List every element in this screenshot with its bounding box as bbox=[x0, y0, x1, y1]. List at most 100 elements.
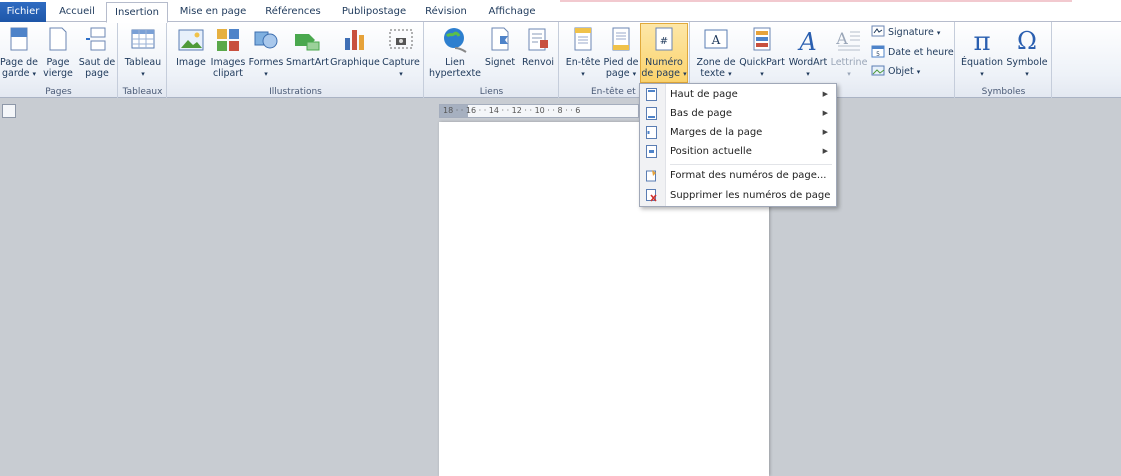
screenshot-button[interactable]: Capture ▾ bbox=[381, 24, 421, 84]
symbol-icon: Ω bbox=[1017, 27, 1037, 54]
chart-icon bbox=[345, 30, 364, 50]
ruler-ticks: 18 · · 16 · · 14 · · 12 · · 10 · · 8 · ·… bbox=[443, 106, 581, 115]
menu-label-marges: Marges de la page bbox=[670, 127, 763, 138]
table-button[interactable]: Tableau ▾ bbox=[123, 24, 163, 84]
chart-label: Graphique bbox=[330, 57, 380, 68]
menu-item-supprimer-numeros[interactable]: Supprimer les numéros de page bbox=[640, 186, 836, 205]
ruler-toggle-button[interactable] bbox=[2, 104, 16, 118]
menu-item-haut-de-page[interactable]: Haut de page ▶ bbox=[640, 85, 836, 104]
menu-item-bas-de-page[interactable]: Bas de page ▶ bbox=[640, 104, 836, 123]
screenshot-label: Capture bbox=[382, 57, 420, 68]
group-tableaux: Tableau ▾ Tableaux bbox=[119, 22, 167, 98]
quickpart-button[interactable]: QuickPart ▾ bbox=[739, 24, 785, 84]
page-break-icon bbox=[86, 27, 106, 51]
date-time-button[interactable]: 5 Date et heure bbox=[871, 44, 954, 62]
date-time-label: Date et heure bbox=[888, 47, 954, 58]
cover-page-button[interactable]: Page de garde ▾ bbox=[0, 24, 38, 84]
group-symboles: π Équation ▾ Ω Symbole ▾ Symboles bbox=[956, 22, 1052, 98]
group-label-symboles: Symboles bbox=[981, 87, 1026, 97]
group-label-tableaux: Tableaux bbox=[122, 87, 163, 97]
page-break-button[interactable]: Saut de page bbox=[77, 24, 117, 84]
clipart-icon bbox=[217, 29, 239, 51]
format-page-numbers-icon bbox=[646, 170, 656, 182]
blank-page-button[interactable]: Page vierge bbox=[40, 24, 76, 84]
svg-text:π: π bbox=[973, 27, 990, 54]
clipart-button[interactable]: Images clipart bbox=[210, 24, 246, 84]
header-button[interactable]: En-tête ▾ bbox=[564, 24, 602, 84]
menu-item-format-numeros[interactable]: Format des numéros de page... bbox=[640, 166, 836, 185]
menu-item-position-actuelle[interactable]: Position actuelle ▶ bbox=[640, 142, 836, 161]
picture-icon bbox=[178, 29, 204, 51]
cover-page-icon bbox=[10, 27, 28, 51]
tab-revision[interactable]: Révision bbox=[418, 2, 474, 22]
tab-insertion[interactable]: Insertion bbox=[106, 2, 168, 23]
shapes-button[interactable]: Formes ▾ bbox=[248, 24, 284, 84]
remove-page-numbers-icon bbox=[646, 189, 657, 202]
dropcap-label: Lettrine bbox=[830, 57, 868, 68]
wordart-button[interactable]: A WordArt ▾ bbox=[787, 24, 829, 84]
symbol-button[interactable]: Ω Symbole ▾ bbox=[1006, 24, 1048, 84]
group-illustrations: Image Images clipart Formes ▾ SmartArt Gr… bbox=[168, 22, 424, 98]
equation-button[interactable]: π Équation ▾ bbox=[960, 24, 1004, 84]
object-icon bbox=[871, 65, 885, 76]
svg-text:5: 5 bbox=[876, 51, 880, 58]
page-number-label: Numéro de page bbox=[641, 57, 683, 79]
smartart-label: SmartArt bbox=[286, 57, 329, 68]
header-label: En-tête bbox=[565, 57, 601, 68]
group-pages: Page de garde ▾ Page vierge Saut de page… bbox=[0, 22, 118, 98]
horizontal-ruler[interactable]: 18 · · 16 · · 14 · · 12 · · 10 · · 8 · ·… bbox=[439, 104, 639, 118]
symbol-label: Symbole bbox=[1006, 57, 1048, 68]
wordart-icon: A bbox=[797, 28, 816, 54]
menu-label-format: Format des numéros de page... bbox=[670, 170, 827, 181]
clipart-label: Images clipart bbox=[210, 57, 246, 79]
tab-accueil[interactable]: Accueil bbox=[50, 2, 104, 22]
svg-text:A: A bbox=[797, 28, 816, 54]
hyperlink-icon bbox=[444, 28, 467, 53]
equation-label: Équation bbox=[960, 57, 1004, 68]
chart-button[interactable]: Graphique bbox=[330, 24, 380, 84]
page-bottom-icon bbox=[646, 107, 657, 120]
tab-mise-en-page[interactable]: Mise en page bbox=[172, 2, 254, 22]
page-number-icon: # bbox=[655, 27, 673, 51]
page-number-button[interactable]: # Numéro de page ▾ bbox=[640, 23, 688, 83]
footer-button[interactable]: Pied de page ▾ bbox=[602, 24, 640, 84]
textbox-button[interactable]: A Zone de texte ▾ bbox=[695, 24, 737, 84]
cross-reference-button[interactable]: Renvoi bbox=[519, 24, 557, 84]
picture-button[interactable]: Image bbox=[174, 24, 208, 84]
textbox-icon: A bbox=[704, 29, 728, 49]
group-label-pages: Pages bbox=[45, 87, 72, 97]
footer-icon bbox=[612, 27, 630, 51]
bookmark-label: Signet bbox=[484, 57, 516, 68]
current-position-icon bbox=[646, 145, 657, 158]
menu-label-supprimer: Supprimer les numéros de page bbox=[670, 190, 831, 201]
quickpart-label: QuickPart bbox=[739, 57, 785, 68]
dropcap-button[interactable]: A Lettrine ▾ bbox=[829, 24, 869, 84]
date-time-icon: 5 bbox=[871, 45, 885, 58]
equation-icon: π bbox=[973, 27, 990, 54]
tab-fichier[interactable]: Fichier bbox=[0, 2, 46, 22]
object-label: Objet bbox=[888, 66, 914, 77]
submenu-arrow-icon: ▶ bbox=[822, 90, 828, 98]
signature-label: Signature bbox=[888, 27, 934, 38]
signature-icon bbox=[871, 25, 885, 37]
page-number-menu: Haut de page ▶ Bas de page ▶ Marges de la … bbox=[639, 83, 837, 207]
menu-label-bas: Bas de page bbox=[670, 108, 733, 119]
hyperlink-button[interactable]: Lien hypertexte bbox=[429, 24, 481, 84]
cross-reference-icon bbox=[528, 28, 548, 51]
signature-button[interactable]: Signature ▾ bbox=[871, 24, 940, 42]
ribbon-tab-bar: Fichier Accueil Insertion Mise en page R… bbox=[0, 0, 1121, 23]
ribbon: Page de garde ▾ Page vierge Saut de page… bbox=[0, 22, 1121, 98]
page-margins-icon bbox=[646, 126, 657, 139]
bookmark-button[interactable]: Signet bbox=[483, 24, 517, 84]
menu-label-haut: Haut de page bbox=[670, 89, 738, 100]
smartart-icon bbox=[295, 34, 320, 51]
tab-publipostage[interactable]: Publipostage bbox=[334, 2, 414, 22]
object-button[interactable]: Objet ▾ bbox=[871, 63, 920, 81]
svg-text:A: A bbox=[835, 29, 848, 48]
tab-references[interactable]: Références bbox=[258, 2, 328, 22]
smartart-button[interactable]: SmartArt bbox=[286, 24, 329, 84]
table-icon bbox=[131, 29, 155, 49]
menu-item-marges[interactable]: Marges de la page ▶ bbox=[640, 123, 836, 142]
tab-affichage[interactable]: Affichage bbox=[480, 2, 544, 22]
blank-page-icon bbox=[49, 27, 67, 51]
